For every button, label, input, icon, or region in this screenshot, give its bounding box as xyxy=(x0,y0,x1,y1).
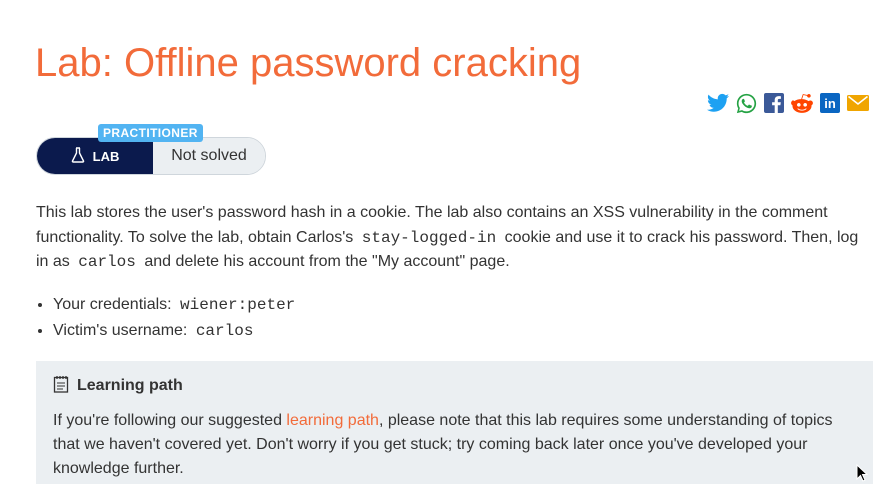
lab-pill: LAB Not solved xyxy=(36,137,266,175)
victim-username-label: Victim's username: xyxy=(53,322,188,339)
notepad-icon xyxy=(53,375,69,398)
learning-path-heading: Learning path xyxy=(53,375,856,397)
list-item: Victim's username: carlos xyxy=(53,318,299,344)
learning-path-text: If you're following our suggested learni… xyxy=(53,409,856,481)
description-text-3: and delete his account from the "My acco… xyxy=(144,253,510,270)
difficulty-level-tag: PRACTITIONER xyxy=(98,124,203,142)
credentials-label: Your credentials: xyxy=(53,296,172,313)
learning-path-title: Learning path xyxy=(77,377,183,394)
lab-label: LAB xyxy=(92,148,120,164)
lab-status-badge: PRACTITIONER LAB Not solved xyxy=(36,124,266,175)
lab-status: Not solved xyxy=(153,138,265,174)
cookie-name-code: stay-logged-in xyxy=(361,228,497,247)
credentials-list: Your credentials: wiener:peter Victim's … xyxy=(36,292,299,344)
reddit-icon[interactable] xyxy=(791,92,813,114)
username-code: carlos xyxy=(78,253,136,271)
credentials-value: wiener:peter xyxy=(180,296,296,314)
mouse-cursor-icon xyxy=(856,464,868,482)
page-title: Lab: Offline password cracking xyxy=(35,41,582,85)
svg-text:in: in xyxy=(824,96,836,111)
facebook-icon[interactable] xyxy=(763,92,785,114)
lab-label-section: LAB xyxy=(37,138,153,174)
victim-username-value: carlos xyxy=(195,322,254,340)
lab-page: Lab: Offline password cracking in PRACTI… xyxy=(0,0,877,484)
lab-description: This lab stores the user's password hash… xyxy=(36,201,866,275)
learning-path-panel: Learning path If you're following our su… xyxy=(36,361,873,484)
share-bar: in xyxy=(707,92,869,114)
twitter-icon[interactable] xyxy=(707,92,729,114)
flask-icon xyxy=(71,146,85,166)
learning-path-link[interactable]: learning path xyxy=(286,412,379,429)
learning-path-text-1: If you're following our suggested xyxy=(53,412,282,429)
email-icon[interactable] xyxy=(847,92,869,114)
list-item: Your credentials: wiener:peter xyxy=(53,292,299,318)
linkedin-icon[interactable]: in xyxy=(819,92,841,114)
whatsapp-icon[interactable] xyxy=(735,92,757,114)
